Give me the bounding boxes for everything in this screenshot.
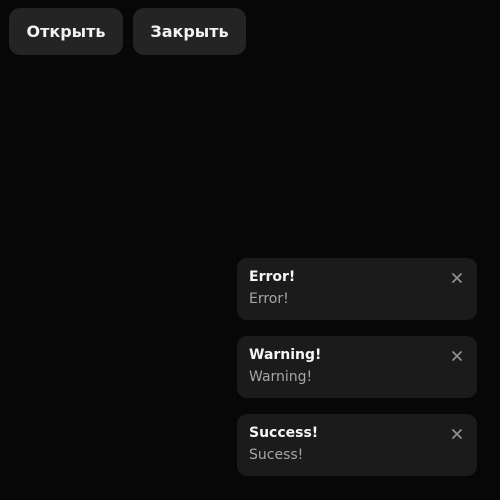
toast-title: Error! [249, 269, 296, 285]
toast-close-button[interactable] [449, 270, 465, 286]
toast-message: Error! [249, 291, 289, 307]
toast-stack: Error! Error! Warning! Warning! Success!… [237, 258, 477, 476]
action-toolbar: Открыть Закрыть [9, 8, 246, 55]
toast-error: Error! Error! [237, 258, 477, 320]
toast-warning: Warning! Warning! [237, 336, 477, 398]
toast-close-button[interactable] [449, 348, 465, 364]
open-button[interactable]: Открыть [9, 8, 123, 55]
toast-title: Success! [249, 425, 319, 441]
close-icon [449, 348, 465, 364]
toast-close-button[interactable] [449, 426, 465, 442]
toast-message: Warning! [249, 369, 313, 385]
toast-message: Sucess! [249, 447, 304, 463]
close-icon [449, 426, 465, 442]
toast-title: Warning! [249, 347, 322, 363]
close-button[interactable]: Закрыть [133, 8, 246, 55]
close-icon [449, 270, 465, 286]
toast-success: Success! Sucess! [237, 414, 477, 476]
